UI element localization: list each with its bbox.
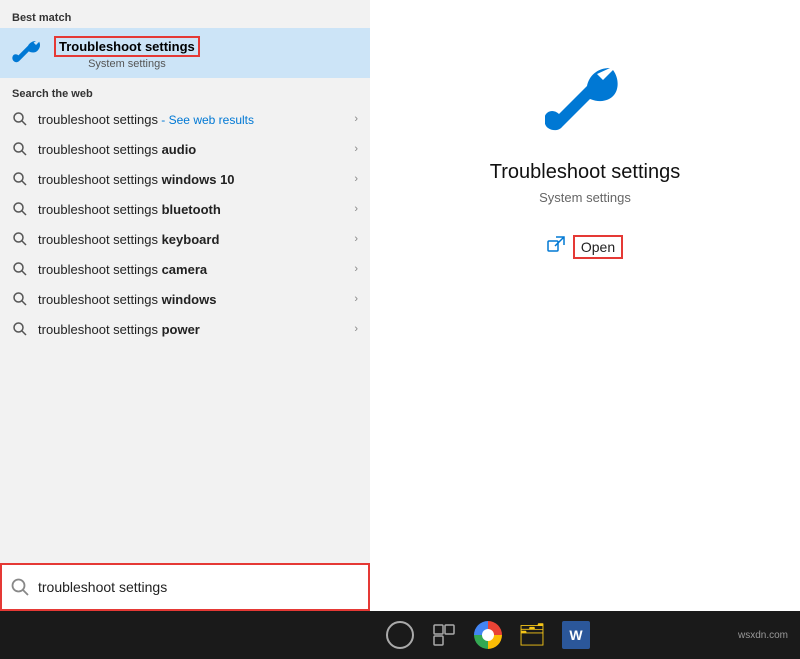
search-icon-1 [12,141,28,157]
taskbar-chrome-icon[interactable] [470,617,506,653]
search-icon-6 [12,291,28,307]
chevron-5: › [354,263,358,275]
result-text-7: troubleshoot settings power [38,322,350,337]
search-bar-icon [10,577,30,597]
taskbar-taskview-button[interactable] [426,617,462,653]
result-item-3[interactable]: troubleshoot settings bluetooth › [0,194,370,224]
watermark: wsxdn.com [738,630,788,641]
result-item-4[interactable]: troubleshoot settings keyboard › [0,224,370,254]
best-match-subtitle: System settings [54,58,200,70]
result-text-3: troubleshoot settings bluetooth [38,202,350,217]
chevron-1: › [354,143,358,155]
best-match-label: Best match [0,8,370,28]
taskbar-circle-button[interactable] [382,617,418,653]
best-match-section: Best match Troubleshoot settings System … [0,0,370,82]
taskbar-icons: 🗂 W [370,617,594,653]
taskbar-file-explorer-icon[interactable]: 🗂 [514,617,550,653]
best-match-text: Troubleshoot settings System settings [54,36,200,70]
best-match-title: Troubleshoot settings [54,36,200,57]
result-item-7[interactable]: troubleshoot settings power › [0,314,370,344]
chevron-2: › [354,173,358,185]
search-icon-3 [12,201,28,217]
result-item-2[interactable]: troubleshoot settings windows 10 › [0,164,370,194]
search-bar-area [0,563,370,611]
search-web-label: Search the web [0,82,370,104]
result-item-5[interactable]: troubleshoot settings camera › [0,254,370,284]
result-text-2: troubleshoot settings windows 10 [38,172,350,187]
result-text-4: troubleshoot settings keyboard [38,232,350,247]
result-item-0[interactable]: troubleshoot settings - See web results … [0,104,370,134]
taskbar: 🗂 W wsxdn.com [0,611,800,659]
search-icon-2 [12,171,28,187]
taskbar-word-icon[interactable]: W [558,617,594,653]
search-icon-4 [12,231,28,247]
open-button[interactable]: Open [573,235,623,259]
best-match-item[interactable]: Troubleshoot settings System settings [0,28,370,78]
search-icon-0 [12,111,28,127]
chevron-7: › [354,323,358,335]
taskbar-search-area [0,611,370,659]
result-text-5: troubleshoot settings camera [38,262,350,277]
left-panel: Best match Troubleshoot settings System … [0,0,370,611]
right-panel: Troubleshoot settings System settings Op… [370,0,800,611]
open-external-icon [547,236,565,259]
app-title-large: Troubleshoot settings [490,161,680,184]
open-button-row: Open [547,235,623,259]
result-item-6[interactable]: troubleshoot settings windows › [0,284,370,314]
search-bar-input[interactable] [38,579,360,595]
chevron-6: › [354,293,358,305]
search-icon-7 [12,321,28,337]
result-text-0: troubleshoot settings - See web results [38,112,350,127]
result-item-1[interactable]: troubleshoot settings audio › [0,134,370,164]
chevron-4: › [354,233,358,245]
taskbar-right: wsxdn.com [738,630,800,641]
search-icon-5 [12,261,28,277]
app-subtitle-large: System settings [539,190,631,205]
chevron-3: › [354,203,358,215]
wrench-icon [12,37,44,69]
result-text-1: troubleshoot settings audio [38,142,350,157]
app-icon-large [545,60,625,145]
chevron-0: › [354,113,358,125]
result-text-6: troubleshoot settings windows [38,292,350,307]
